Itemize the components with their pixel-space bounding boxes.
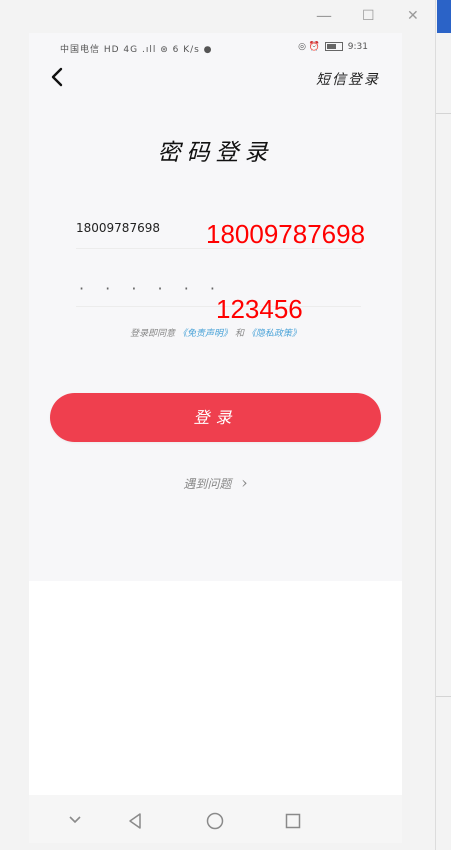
side-line-top	[436, 113, 451, 114]
side-line-bottom	[436, 696, 451, 697]
disclaimer-link[interactable]: 《免责声明》	[178, 329, 232, 339]
help-link[interactable]: 遇到问题 ›	[29, 473, 402, 492]
close-button[interactable]: ✕	[407, 6, 419, 26]
page-title: 密码登录	[157, 140, 274, 166]
battery-icon	[324, 42, 343, 51]
help-label: 遇到问题	[183, 477, 232, 491]
agreement-prefix: 登录即同意	[130, 329, 176, 339]
side-divider	[435, 0, 436, 850]
sms-login-link[interactable]: 短信登录	[316, 69, 380, 89]
phone-input[interactable]: 18009787698	[76, 221, 160, 235]
maximize-button[interactable]: ☐	[362, 6, 375, 26]
phone-overlay-annotation: 18009787698	[206, 219, 366, 249]
home-circle-icon[interactable]	[206, 812, 224, 830]
accent-strip	[437, 0, 451, 33]
chevron-left-icon	[51, 67, 63, 87]
password-overlay-annotation: 123456	[216, 294, 303, 324]
password-input[interactable]: · · · · · ·	[79, 279, 223, 298]
status-left: 中国电信 HD 4G .ıll ⊛ 6 K/s ●	[60, 45, 213, 55]
agreement-and: 和	[234, 329, 244, 339]
back-button[interactable]	[47, 66, 69, 88]
status-icons: ◎ ⏰	[298, 42, 321, 52]
agreement-text: 登录即同意 《免责声明》 和 《隐私政策》	[29, 326, 402, 339]
privacy-policy-link[interactable]: 《隐私政策》	[247, 329, 301, 339]
system-nav-bar	[29, 795, 402, 843]
status-bar: 中国电信 HD 4G .ıll ⊛ 6 K/s ● ◎ ⏰ 9:31	[29, 33, 402, 61]
recents-square-icon[interactable]	[285, 813, 301, 829]
chevron-down-icon[interactable]	[68, 815, 82, 825]
phone-screen: 中国电信 HD 4G .ıll ⊛ 6 K/s ● ◎ ⏰ 9:31 短信登录 …	[29, 33, 402, 843]
minimize-button[interactable]: —	[316, 6, 332, 26]
back-triangle-icon[interactable]	[127, 812, 143, 830]
login-page: 中国电信 HD 4G .ıll ⊛ 6 K/s ● ◎ ⏰ 9:31 短信登录 …	[29, 33, 402, 581]
login-button[interactable]: 登录	[50, 393, 381, 442]
status-time: 9:31	[347, 42, 368, 52]
status-right: ◎ ⏰ 9:31	[298, 42, 368, 52]
chevron-right-icon: ›	[241, 473, 248, 492]
